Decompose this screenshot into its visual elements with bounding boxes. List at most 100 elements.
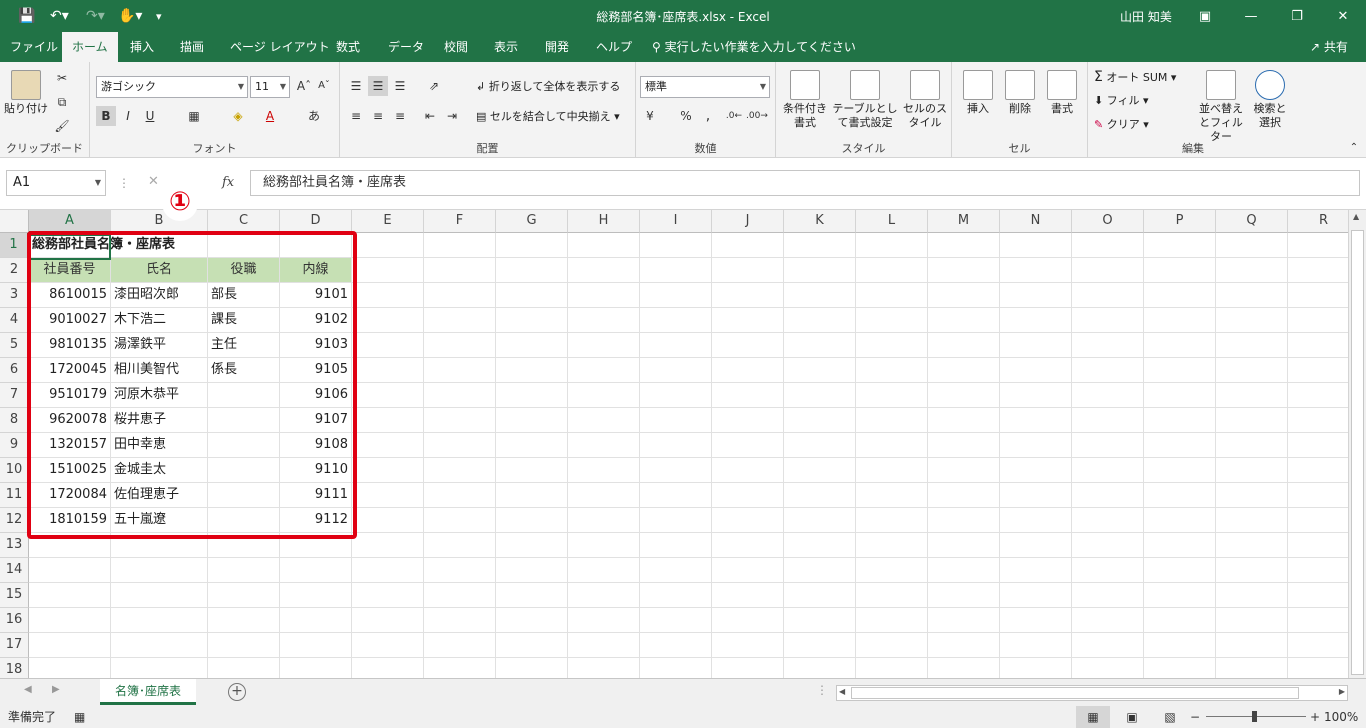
cell-l15[interactable] bbox=[856, 583, 928, 608]
tab-page-layout[interactable]: ページ レイアウト bbox=[230, 32, 330, 62]
cell-p12[interactable] bbox=[1144, 508, 1216, 533]
cell-l5[interactable] bbox=[856, 333, 928, 358]
cell-h12[interactable] bbox=[568, 508, 640, 533]
orientation-icon[interactable]: ⇗ bbox=[424, 76, 444, 96]
cell-q4[interactable] bbox=[1216, 308, 1288, 333]
cell-g6[interactable] bbox=[496, 358, 568, 383]
cell-n10[interactable] bbox=[1000, 458, 1072, 483]
cell-h11[interactable] bbox=[568, 483, 640, 508]
cell-q11[interactable] bbox=[1216, 483, 1288, 508]
column-header-e[interactable]: E bbox=[352, 210, 424, 233]
cell-e13[interactable] bbox=[352, 533, 424, 558]
cell-f5[interactable] bbox=[424, 333, 496, 358]
cell-q8[interactable] bbox=[1216, 408, 1288, 433]
cancel-icon[interactable]: ✕ bbox=[148, 174, 159, 189]
cell-h7[interactable] bbox=[568, 383, 640, 408]
cell-j10[interactable] bbox=[712, 458, 784, 483]
cell-q3[interactable] bbox=[1216, 283, 1288, 308]
cell-q14[interactable] bbox=[1216, 558, 1288, 583]
cell-j9[interactable] bbox=[712, 433, 784, 458]
close-icon[interactable]: ✕ bbox=[1320, 0, 1366, 32]
cell-i8[interactable] bbox=[640, 408, 712, 433]
cell-d14[interactable] bbox=[280, 558, 352, 583]
cell-o10[interactable] bbox=[1072, 458, 1144, 483]
cell-j18[interactable] bbox=[712, 658, 784, 678]
cell-g10[interactable] bbox=[496, 458, 568, 483]
cell-g15[interactable] bbox=[496, 583, 568, 608]
cell-m18[interactable] bbox=[928, 658, 1000, 678]
cell-q15[interactable] bbox=[1216, 583, 1288, 608]
align-middle-icon[interactable]: ☰ bbox=[368, 76, 388, 96]
cell-e8[interactable] bbox=[352, 408, 424, 433]
cell-j2[interactable] bbox=[712, 258, 784, 283]
cell-l13[interactable] bbox=[856, 533, 928, 558]
cell-a18[interactable] bbox=[29, 658, 111, 678]
tab-view[interactable]: 表示 bbox=[494, 32, 518, 62]
cell-i5[interactable] bbox=[640, 333, 712, 358]
column-header-p[interactable]: P bbox=[1144, 210, 1216, 233]
cell-l6[interactable] bbox=[856, 358, 928, 383]
cell-g16[interactable] bbox=[496, 608, 568, 633]
scroll-up-icon[interactable]: ▲ bbox=[1353, 212, 1359, 221]
cell-p2[interactable] bbox=[1144, 258, 1216, 283]
cell-f11[interactable] bbox=[424, 483, 496, 508]
cell-a17[interactable] bbox=[29, 633, 111, 658]
cell-e6[interactable] bbox=[352, 358, 424, 383]
cell-o7[interactable] bbox=[1072, 383, 1144, 408]
merge-center-button[interactable]: ▤ セルを結合して中央揃え ▾ bbox=[476, 110, 620, 124]
tab-draw[interactable]: 描画 bbox=[180, 32, 204, 62]
zoom-out-icon[interactable]: − bbox=[1190, 706, 1200, 728]
cell-f16[interactable] bbox=[424, 608, 496, 633]
cell-m16[interactable] bbox=[928, 608, 1000, 633]
cell-h10[interactable] bbox=[568, 458, 640, 483]
row-header-10[interactable]: 10 bbox=[0, 458, 29, 483]
cell-p17[interactable] bbox=[1144, 633, 1216, 658]
cell-i12[interactable] bbox=[640, 508, 712, 533]
cell-p16[interactable] bbox=[1144, 608, 1216, 633]
cell-m5[interactable] bbox=[928, 333, 1000, 358]
cell-p3[interactable] bbox=[1144, 283, 1216, 308]
cell-l18[interactable] bbox=[856, 658, 928, 678]
row-header-15[interactable]: 15 bbox=[0, 583, 29, 608]
zoom-in-icon[interactable]: + bbox=[1310, 706, 1320, 728]
cell-i15[interactable] bbox=[640, 583, 712, 608]
scroll-right-icon[interactable]: ▶ bbox=[1339, 687, 1345, 696]
cell-j5[interactable] bbox=[712, 333, 784, 358]
cell-g13[interactable] bbox=[496, 533, 568, 558]
cell-f8[interactable] bbox=[424, 408, 496, 433]
cell-m14[interactable] bbox=[928, 558, 1000, 583]
ribbon-display-icon[interactable]: ▣ bbox=[1182, 0, 1228, 32]
cell-q6[interactable] bbox=[1216, 358, 1288, 383]
autosum-button[interactable]: Σ オート SUM ▾ bbox=[1094, 70, 1176, 85]
sort-filter-button[interactable]: 並べ替えとフィルター bbox=[1194, 70, 1248, 144]
format-painter-icon[interactable]: 🖌 bbox=[52, 116, 72, 136]
cell-k14[interactable] bbox=[784, 558, 856, 583]
cell-m9[interactable] bbox=[928, 433, 1000, 458]
cell-p7[interactable] bbox=[1144, 383, 1216, 408]
page-layout-view-icon[interactable]: ▣ bbox=[1120, 706, 1144, 728]
cell-n8[interactable] bbox=[1000, 408, 1072, 433]
clear-button[interactable]: ✎ クリア ▾ bbox=[1094, 118, 1149, 132]
tab-data[interactable]: データ bbox=[388, 32, 424, 62]
cell-m7[interactable] bbox=[928, 383, 1000, 408]
row-header-8[interactable]: 8 bbox=[0, 408, 29, 433]
cell-o4[interactable] bbox=[1072, 308, 1144, 333]
cell-b15[interactable] bbox=[111, 583, 208, 608]
cell-l8[interactable] bbox=[856, 408, 928, 433]
cell-j11[interactable] bbox=[712, 483, 784, 508]
cell-d15[interactable] bbox=[280, 583, 352, 608]
zoom-level[interactable]: 100% bbox=[1324, 706, 1358, 728]
cell-q9[interactable] bbox=[1216, 433, 1288, 458]
row-header-16[interactable]: 16 bbox=[0, 608, 29, 633]
cell-n17[interactable] bbox=[1000, 633, 1072, 658]
horizontal-scrollbar[interactable]: ◀ ▶ bbox=[836, 685, 1348, 701]
cell-c15[interactable] bbox=[208, 583, 280, 608]
cell-m1[interactable] bbox=[928, 233, 1000, 258]
cell-j8[interactable] bbox=[712, 408, 784, 433]
cell-c14[interactable] bbox=[208, 558, 280, 583]
cell-g1[interactable] bbox=[496, 233, 568, 258]
cell-j15[interactable] bbox=[712, 583, 784, 608]
cell-i9[interactable] bbox=[640, 433, 712, 458]
cell-j6[interactable] bbox=[712, 358, 784, 383]
align-right-icon[interactable]: ≡ bbox=[390, 106, 410, 126]
